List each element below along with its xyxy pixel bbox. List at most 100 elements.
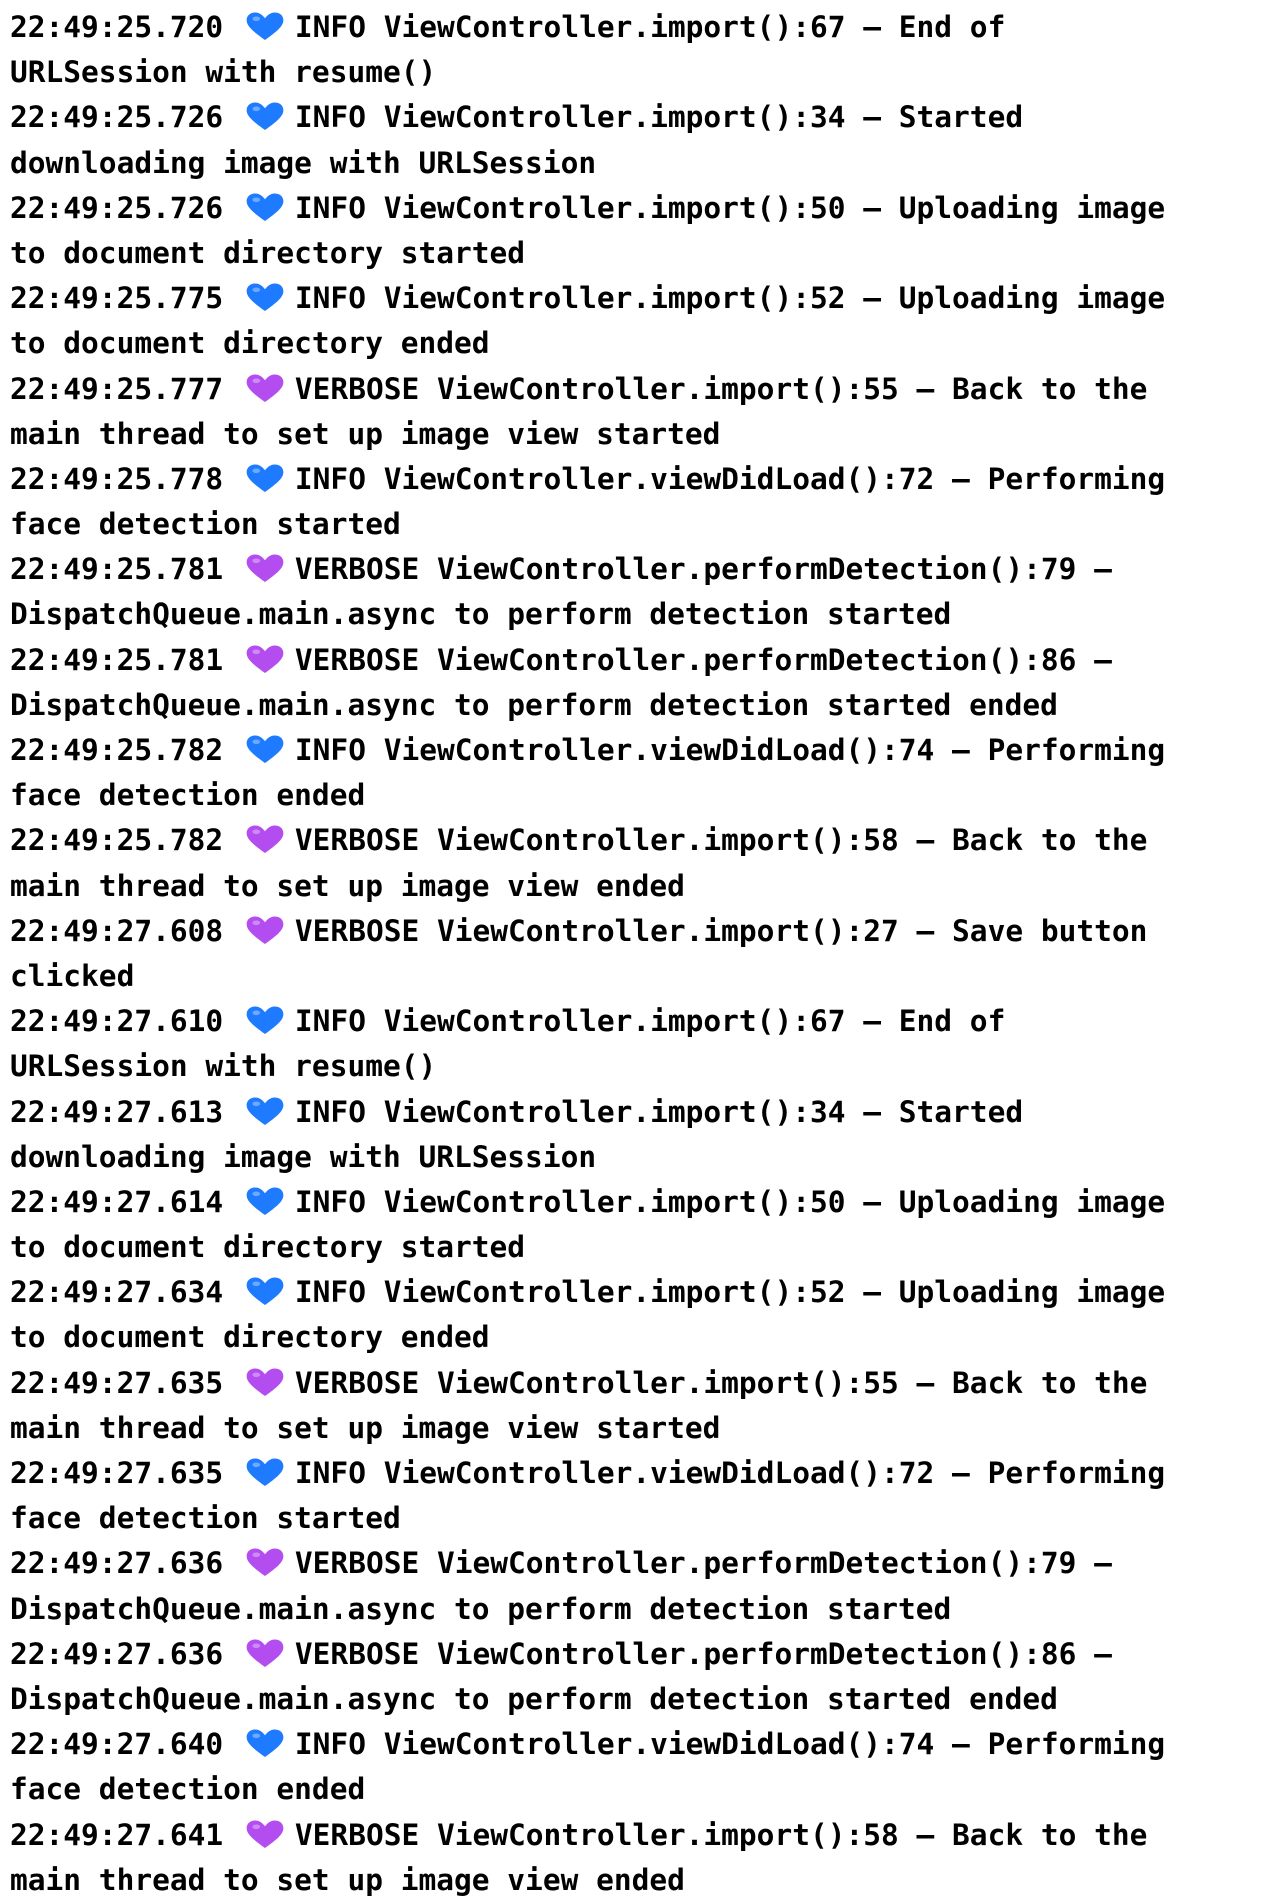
- log-message-continuation: main thread to set up image view started: [10, 1410, 721, 1445]
- log-entry: 22:49:27.636 VERBOSE ViewController.perf…: [10, 1632, 1272, 1722]
- log-message-continuation: main thread to set up image view ended: [10, 868, 685, 903]
- purple-heart-icon: [245, 1639, 285, 1668]
- log-message: INFO ViewController.import():52 – Upload…: [294, 1275, 1166, 1310]
- log-entry: 22:49:27.640 INFO ViewController.viewDid…: [10, 1722, 1272, 1812]
- timestamp: 22:49:25.782: [10, 733, 224, 767]
- log-message-continuation: URLSession with resume(): [10, 55, 437, 90]
- timestamp: 22:49:27.641: [10, 1817, 224, 1852]
- blue-heart-icon: [245, 464, 285, 493]
- log-message-continuation: to document directory ended: [10, 326, 490, 361]
- log-entry: 22:49:27.641 VERBOSE ViewController.impo…: [10, 1813, 1272, 1903]
- purple-heart-icon: [245, 373, 285, 403]
- purple-heart-icon: [245, 645, 285, 674]
- log-entry: 22:49:27.634 INFO ViewController.import(…: [10, 1270, 1272, 1360]
- timestamp: 22:49:25.775: [10, 281, 224, 316]
- log-message: VERBOSE ViewController.performDetection(…: [294, 1636, 1112, 1671]
- log-message-continuation: face detection started: [10, 1501, 401, 1536]
- log-message: VERBOSE ViewController.import():55 – Bac…: [294, 1365, 1148, 1400]
- log-entry: 22:49:25.781 VERBOSE ViewController.perf…: [10, 638, 1272, 728]
- timestamp: 22:49:27.614: [10, 1184, 224, 1219]
- timestamp: 22:49:27.610: [10, 1004, 224, 1039]
- log-entry: 22:49:25.720 INFO ViewController.import(…: [10, 5, 1272, 95]
- log-message-continuation: to document directory started: [10, 1230, 526, 1265]
- timestamp: 22:49:25.781: [10, 642, 224, 677]
- timestamp: 22:49:25.781: [10, 552, 224, 587]
- log-entry: 22:49:25.782 VERBOSE ViewController.impo…: [10, 818, 1272, 908]
- purple-heart-icon: [245, 1548, 285, 1577]
- blue-heart-icon: [245, 193, 285, 222]
- log-message: INFO ViewController.viewDidLoad():72 – P…: [294, 461, 1166, 496]
- blue-heart-icon: [245, 12, 285, 41]
- log-message-continuation: DispatchQueue.main.async to perform dete…: [10, 1681, 1058, 1716]
- log-entry: 22:49:25.778 INFO ViewController.viewDid…: [10, 457, 1272, 547]
- timestamp: 22:49:27.634: [10, 1275, 224, 1310]
- timestamp: 22:49:25.726: [10, 100, 224, 135]
- blue-heart-icon: [245, 1729, 285, 1758]
- timestamp: 22:49:27.636: [10, 1636, 224, 1671]
- log-message-continuation: to document directory started: [10, 235, 526, 270]
- log-message: INFO ViewController.import():34 – Starte…: [294, 100, 1024, 135]
- log-entry: 22:49:27.608 VERBOSE ViewController.impo…: [10, 909, 1272, 999]
- log-message-continuation: downloading image with URLSession: [10, 1139, 597, 1174]
- blue-heart-icon: [245, 1458, 285, 1487]
- blue-heart-icon: [245, 1277, 285, 1306]
- purple-heart-icon: [245, 1819, 285, 1849]
- log-entry: 22:49:25.781 VERBOSE ViewController.perf…: [10, 547, 1272, 637]
- log-entry: 22:49:27.610 INFO ViewController.import(…: [10, 999, 1272, 1089]
- timestamp: 22:49:25.778: [10, 461, 224, 496]
- timestamp: 22:49:27.636: [10, 1546, 224, 1581]
- blue-heart-icon: [245, 735, 285, 764]
- log-message: VERBOSE ViewController.import():27 – Sav…: [294, 913, 1148, 948]
- log-message: VERBOSE ViewController.performDetection(…: [294, 552, 1112, 587]
- timestamp: 22:49:25.782: [10, 823, 224, 858]
- log-entry: 22:49:27.614 INFO ViewController.import(…: [10, 1180, 1272, 1270]
- log-message: INFO ViewController.import():34 – Starte…: [294, 1094, 1024, 1129]
- log-message-continuation: main thread to set up image view ended: [10, 1862, 685, 1897]
- log-entry: 22:49:25.777 VERBOSE ViewController.impo…: [10, 367, 1272, 457]
- blue-heart-icon: [245, 102, 285, 131]
- log-message-continuation: to document directory ended: [10, 1320, 490, 1355]
- log-message-continuation: DispatchQueue.main.async to perform dete…: [10, 597, 952, 632]
- log-entry: 22:49:25.726 INFO ViewController.import(…: [10, 95, 1272, 185]
- log-message: VERBOSE ViewController.import():55 – Bac…: [294, 371, 1148, 406]
- timestamp: 22:49:27.613: [10, 1094, 224, 1129]
- log-message: VERBOSE ViewController.import():58 – Bac…: [294, 1817, 1148, 1852]
- log-message-continuation: downloading image with URLSession: [10, 145, 597, 180]
- log-message-continuation: face detection ended: [10, 778, 366, 813]
- log-message: VERBOSE ViewController.performDetection(…: [294, 1546, 1112, 1581]
- timestamp: 22:49:27.640: [10, 1727, 224, 1762]
- timestamp: 22:49:25.777: [10, 371, 224, 406]
- timestamp: 22:49:27.608: [10, 913, 224, 948]
- log-entry: 22:49:27.635 VERBOSE ViewController.impo…: [10, 1361, 1272, 1451]
- log-message: INFO ViewController.viewDidLoad():72 – P…: [294, 1456, 1166, 1490]
- timestamp: 22:49:27.635: [10, 1456, 224, 1490]
- log-message-continuation: DispatchQueue.main.async to perform dete…: [10, 687, 1058, 722]
- log-message-continuation: face detection ended: [10, 1772, 366, 1807]
- log-entry: 22:49:25.782 INFO ViewController.viewDid…: [10, 728, 1272, 818]
- log-message: INFO ViewController.viewDidLoad():74 – P…: [294, 733, 1166, 767]
- log-message-continuation: clicked: [10, 958, 135, 993]
- log-entry: 22:49:25.775 INFO ViewController.import(…: [10, 276, 1272, 366]
- timestamp: 22:49:27.635: [10, 1365, 224, 1400]
- log-entry: 22:49:25.726 INFO ViewController.import(…: [10, 186, 1272, 276]
- purple-heart-icon: [245, 1368, 285, 1397]
- log-entry: 22:49:27.613 INFO ViewController.import(…: [10, 1090, 1272, 1180]
- blue-heart-icon: [245, 1187, 285, 1216]
- timestamp: 22:49:25.726: [10, 190, 224, 225]
- purple-heart-icon: [245, 916, 285, 945]
- purple-heart-icon: [245, 825, 285, 854]
- blue-heart-icon: [245, 1006, 285, 1035]
- log-message: INFO ViewController.import():67 – End of: [294, 10, 1006, 44]
- log-message: INFO ViewController.viewDidLoad():74 – P…: [294, 1727, 1166, 1762]
- log-entry: 22:49:27.635 INFO ViewController.viewDid…: [10, 1451, 1272, 1541]
- log-message-continuation: face detection started: [10, 507, 401, 542]
- timestamp: 22:49:25.720: [10, 10, 224, 44]
- log-message-continuation: main thread to set up image view started: [10, 416, 721, 451]
- log-message: INFO ViewController.import():67 – End of: [294, 1004, 1006, 1039]
- log-message: VERBOSE ViewController.import():58 – Bac…: [294, 823, 1148, 858]
- log-entry: 22:49:27.636 VERBOSE ViewController.perf…: [10, 1541, 1272, 1631]
- console-log: 22:49:25.720 INFO ViewController.import(…: [10, 5, 1272, 1903]
- log-message: INFO ViewController.import():50 – Upload…: [294, 1184, 1166, 1219]
- log-message: INFO ViewController.import():50 – Upload…: [294, 190, 1166, 225]
- blue-heart-icon: [245, 1096, 285, 1126]
